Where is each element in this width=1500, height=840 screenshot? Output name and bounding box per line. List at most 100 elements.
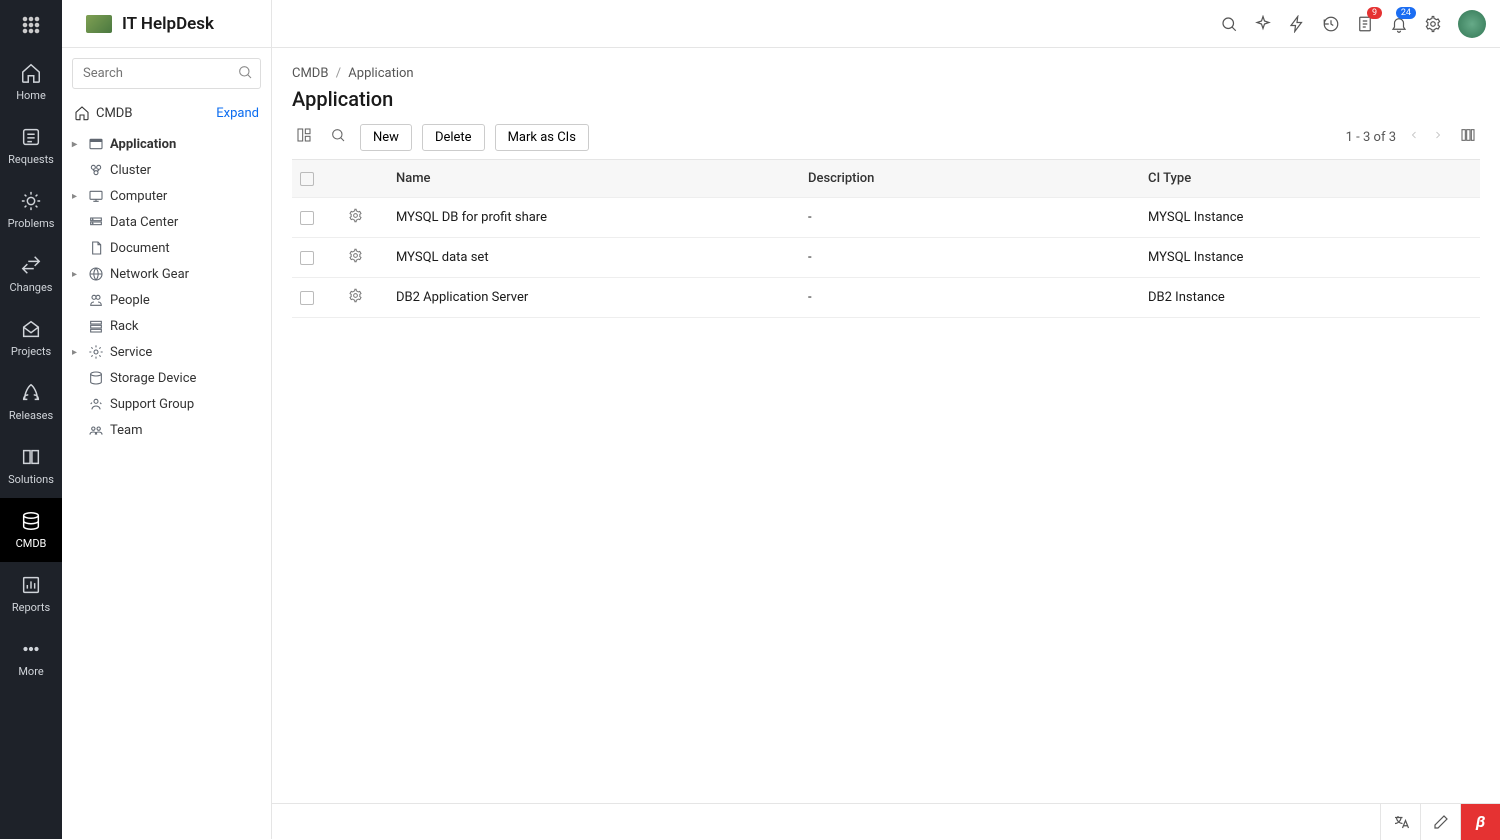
nav-requests[interactable]: Requests [0, 114, 62, 178]
nav-more[interactable]: More [0, 626, 62, 690]
cell-citype: DB2 Instance [1140, 284, 1480, 311]
columns-icon[interactable] [1456, 123, 1480, 151]
layout-icon[interactable] [292, 123, 316, 151]
tree-item-label: Support Group [110, 397, 194, 412]
tree-item-network-gear[interactable]: ▸ Network Gear [62, 261, 271, 287]
beta-icon[interactable]: β [1460, 804, 1500, 840]
bolt-icon[interactable] [1288, 15, 1306, 33]
search-box [72, 58, 261, 89]
cell-name: DB2 Application Server [388, 284, 800, 311]
tree-item-people[interactable]: People [62, 287, 271, 313]
nav-label: CMDB [16, 537, 47, 550]
nav-label: Problems [8, 217, 55, 230]
brand[interactable]: IT HelpDesk [76, 14, 336, 34]
edit-icon[interactable] [1420, 804, 1460, 840]
tree-item-label: Computer [110, 189, 167, 204]
row-gear-icon[interactable] [340, 202, 388, 233]
row-checkbox[interactable] [300, 291, 314, 305]
tree-item-icon [88, 292, 104, 308]
tree-item-icon [88, 214, 104, 230]
table-header-row: Name Description CI Type [292, 160, 1480, 198]
nav-releases[interactable]: Releases [0, 370, 62, 434]
avatar[interactable] [1458, 10, 1486, 38]
brand-logo [86, 15, 112, 33]
expand-link[interactable]: Expand [216, 106, 259, 121]
pagination-text: 1 - 3 of 3 [1346, 130, 1396, 145]
tree-item-label: Rack [110, 319, 138, 334]
tree-item-team[interactable]: Team [62, 417, 271, 443]
tree-item-label: People [110, 293, 150, 308]
tree-root[interactable]: CMDB [74, 105, 132, 121]
language-icon[interactable] [1380, 804, 1420, 840]
tree-item-icon [88, 370, 104, 386]
notes-icon[interactable]: 9 [1356, 15, 1374, 33]
filter-search-icon[interactable] [326, 123, 350, 151]
select-all-checkbox[interactable] [300, 172, 314, 186]
tree-item-icon [88, 136, 104, 152]
sparkle-icon[interactable] [1254, 15, 1272, 33]
delete-button[interactable]: Delete [422, 124, 485, 151]
table-row[interactable]: DB2 Application Server-DB2 Instance [292, 278, 1480, 318]
apps-grid-icon[interactable] [0, 0, 62, 50]
tree-item-data-center[interactable]: Data Center [62, 209, 271, 235]
nav-label: More [18, 665, 43, 678]
chevron-right-icon[interactable]: ▸ [72, 191, 82, 202]
gear-icon[interactable] [1424, 15, 1442, 33]
table-row[interactable]: MYSQL data set-MYSQL Instance [292, 238, 1480, 278]
col-description[interactable]: Description [800, 165, 1140, 192]
main-area: IT HelpDesk 9 24 CMDB / Application Appl [272, 0, 1500, 839]
tree-item-icon [88, 240, 104, 256]
tree-list: ▸ApplicationCluster ▸ Computer Data CenterD… [62, 127, 271, 447]
nav-home[interactable]: Home [0, 50, 62, 114]
left-nav-rail: Home Requests Problems Changes Projects … [0, 0, 62, 839]
tree-item-icon [88, 188, 104, 204]
history-icon[interactable] [1322, 15, 1340, 33]
new-button[interactable]: New [360, 124, 412, 151]
row-gear-icon[interactable] [340, 242, 388, 273]
brand-title: IT HelpDesk [122, 14, 214, 34]
chevron-right-icon[interactable]: ▸ [72, 269, 82, 280]
bell-icon[interactable]: 24 [1390, 15, 1408, 33]
tree-item-application[interactable]: ▸Application [62, 131, 271, 157]
breadcrumb-leaf: Application [348, 66, 413, 81]
tree-item-icon [88, 162, 104, 178]
cell-citype: MYSQL Instance [1140, 244, 1480, 271]
search-input[interactable] [72, 58, 261, 89]
row-checkbox[interactable] [300, 251, 314, 265]
nav-cmdb[interactable]: CMDB [0, 498, 62, 562]
next-page-icon[interactable] [1432, 129, 1444, 145]
nav-projects[interactable]: Projects [0, 306, 62, 370]
nav-solutions[interactable]: Solutions [0, 434, 62, 498]
top-actions: 9 24 [1220, 10, 1486, 38]
tree-item-rack[interactable]: Rack [62, 313, 271, 339]
prev-page-icon[interactable] [1408, 129, 1420, 145]
chevron-right-icon[interactable]: ▸ [72, 347, 82, 358]
nav-label: Changes [10, 281, 53, 294]
breadcrumb-root[interactable]: CMDB [292, 66, 328, 81]
tree-item-cluster[interactable]: Cluster [62, 157, 271, 183]
tree-item-document[interactable]: Document [62, 235, 271, 261]
tree-item-icon [88, 344, 104, 360]
table-row[interactable]: MYSQL DB for profit share-MYSQL Instance [292, 198, 1480, 238]
col-name[interactable]: Name [388, 165, 800, 192]
topbar: IT HelpDesk 9 24 [272, 0, 1500, 48]
chevron-right-icon[interactable]: ▸ [72, 139, 82, 150]
bottombar: β [272, 803, 1500, 839]
nav-label: Reports [12, 601, 50, 614]
row-checkbox[interactable] [300, 211, 314, 225]
mark-as-cis-button[interactable]: Mark as CIs [495, 124, 589, 151]
col-citype[interactable]: CI Type [1140, 165, 1480, 192]
nav-label: Home [16, 89, 46, 102]
nav-changes[interactable]: Changes [0, 242, 62, 306]
tree-item-storage-device[interactable]: Storage Device [62, 365, 271, 391]
tree-item-service[interactable]: ▸ Service [62, 339, 271, 365]
tree-item-label: Service [110, 345, 152, 360]
tree-item-label: Network Gear [110, 267, 189, 282]
global-search-icon[interactable] [1220, 15, 1238, 33]
nav-reports[interactable]: Reports [0, 562, 62, 626]
search-icon[interactable] [237, 64, 253, 84]
tree-item-support-group[interactable]: Support Group [62, 391, 271, 417]
row-gear-icon[interactable] [340, 282, 388, 313]
tree-item-computer[interactable]: ▸ Computer [62, 183, 271, 209]
nav-problems[interactable]: Problems [0, 178, 62, 242]
